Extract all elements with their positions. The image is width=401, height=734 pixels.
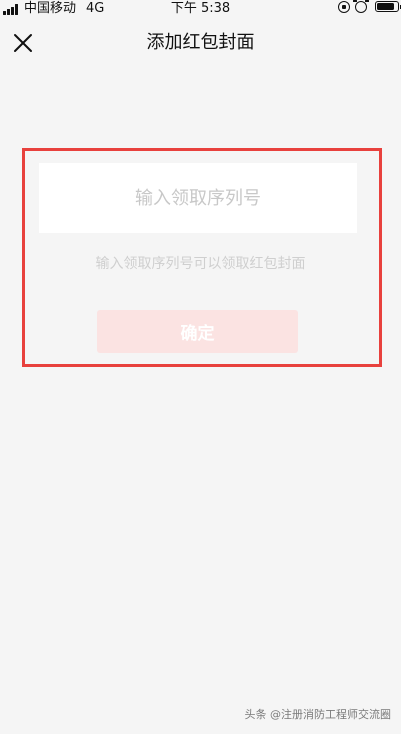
confirm-button[interactable]: 确定 (97, 310, 298, 353)
close-icon (14, 34, 32, 52)
status-bar: 中国移动 4G 下午 5:38 (0, 0, 401, 18)
nav-bar: 添加红包封面 (0, 18, 401, 70)
serial-number-input[interactable] (39, 163, 357, 233)
battery-level-fill (377, 3, 394, 10)
alarm-clock-icon (353, 0, 369, 13)
close-button[interactable] (10, 30, 36, 56)
watermark: 头条 @注册消防工程师交流圈 (244, 708, 392, 721)
hint-text: 输入领取序列号可以领取红包封面 (95, 256, 306, 272)
page-title: 添加红包封面 (146, 32, 255, 53)
battery-icon (375, 1, 401, 12)
rotation-lock-icon (338, 1, 350, 13)
